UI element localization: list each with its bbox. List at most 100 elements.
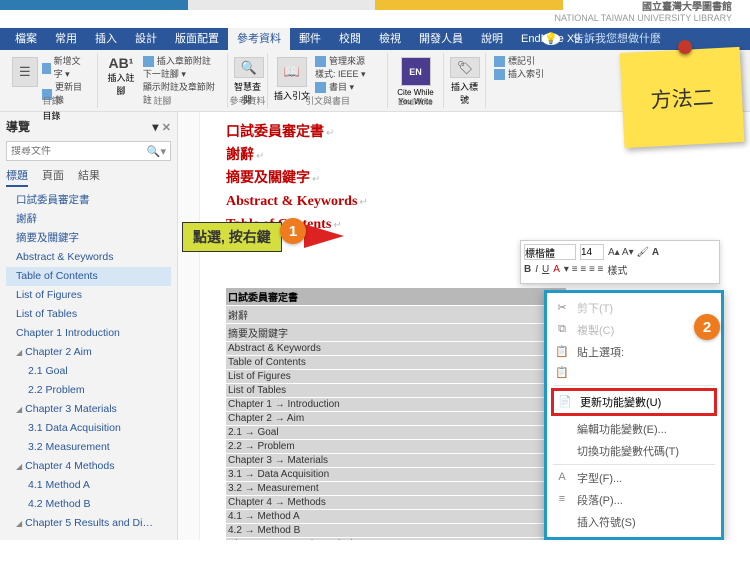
tab-說明[interactable]: 說明	[472, 28, 512, 50]
search-icon[interactable]: 🔍▾	[147, 145, 166, 158]
toc-entry[interactable]: 4.1 → Method A....	[226, 510, 566, 524]
toc-entry[interactable]: Table of Contents....	[226, 356, 566, 370]
toc-entry[interactable]: 3.1 → Data Acquisition....	[226, 468, 566, 482]
tab-開發人員[interactable]: 開發人員	[410, 28, 472, 50]
menu-paste-options[interactable]: 📋貼上選項:	[547, 341, 721, 363]
tab-插入[interactable]: 插入	[86, 28, 126, 50]
tab-檔案[interactable]: 檔案	[6, 28, 46, 50]
toc-entry[interactable]: 3.2 → Measurement....	[226, 482, 566, 496]
paste-icon: 📋	[555, 345, 569, 359]
instruction-callout: 點選, 按右鍵	[182, 222, 282, 252]
toc-entry[interactable]: Abstract & Keywords....	[226, 342, 566, 356]
insert-caption-icon[interactable]: 🏷	[450, 57, 480, 78]
nav-tree-item[interactable]: 謝辭	[6, 210, 171, 229]
refresh-icon: 📄	[558, 395, 572, 409]
step-badge-1: 1	[280, 218, 306, 244]
nav-tab[interactable]: 頁面	[42, 167, 64, 187]
toc-entry[interactable]: 摘要及關鍵字....	[226, 324, 566, 342]
toc-entry[interactable]: 4.2 → Method B....	[226, 524, 566, 538]
insert-citation-icon[interactable]: 📖	[277, 57, 307, 87]
nav-search: 🔍▾	[6, 141, 171, 161]
toc-entry[interactable]: Chapter 1 → Introduction....	[226, 398, 566, 412]
menu-toggle-codes[interactable]: 切換功能變數代碼(T)	[547, 440, 721, 462]
toc-entry[interactable]: List of Figures....	[226, 370, 566, 384]
toc-entry[interactable]: 2.1 → Goal....	[226, 426, 566, 440]
nav-tree-item[interactable]: 5.1 Results	[6, 533, 171, 536]
nav-tree-item[interactable]: 摘要及關鍵字	[6, 229, 171, 248]
document-body: 口試委員審定書謝辭摘要及關鍵字Abstract & KeywordsTable …	[200, 112, 750, 540]
nav-tree-item[interactable]: 4.1 Method A	[6, 476, 171, 495]
smart-lookup-icon[interactable]: 🔍	[234, 57, 264, 78]
nav-tree-item[interactable]: 2.2 Problem	[6, 381, 171, 400]
nav-tree-item[interactable]: Abstract & Keywords	[6, 248, 171, 267]
nav-tree-item[interactable]: ◢Chapter 4 Methods	[6, 457, 171, 476]
nav-tab[interactable]: 結果	[78, 167, 100, 187]
menu-edit-field[interactable]: 編輯功能變數(E)...	[547, 418, 721, 440]
nav-tree-item[interactable]: 3.2 Measurement	[6, 438, 171, 457]
toc-icon[interactable]: ☰	[12, 57, 38, 87]
toc-entry[interactable]: 謝辭....	[226, 306, 566, 324]
toc-entry[interactable]: Chapter 5 → Results and Dis....	[226, 538, 566, 540]
nav-tree-item[interactable]: 口試委員審定書	[6, 191, 171, 210]
nav-tree-item[interactable]: ◢Chapter 2 Aim	[6, 343, 171, 362]
sticky-note: 方法二	[620, 47, 745, 148]
toc-entry[interactable]: List of Tables....	[226, 384, 566, 398]
menu-update-field[interactable]: 📄更新功能變數(U)	[551, 388, 717, 416]
document-heading[interactable]: 摘要及關鍵字	[226, 168, 724, 191]
mini-size[interactable]	[580, 244, 604, 260]
ribbon-group-caption: 🏷 插入標號	[444, 53, 486, 108]
toc-entry[interactable]: 2.2 → Problem....	[226, 440, 566, 454]
menu-cut: ✂剪下(T)	[547, 297, 721, 319]
mini-toolbar[interactable]: A▴ A▾ 🖌 A B I U A ▾ ≡ ≡ ≡ ≡ 樣式	[520, 240, 720, 284]
step-badge-2: 2	[694, 314, 720, 340]
ribbon-group-index: 標記引 插入索引	[486, 53, 556, 108]
pushpin-icon	[678, 40, 692, 54]
tab-版面配置[interactable]: 版面配置	[166, 28, 228, 50]
toc-entry[interactable]: Chapter 4 → Methods....	[226, 496, 566, 510]
menu-paragraph[interactable]: ≡段落(P)...	[547, 489, 721, 511]
copy-icon: ⧉	[555, 323, 569, 337]
toc-entry[interactable]: Chapter 3 → Materials....	[226, 454, 566, 468]
nav-tree-item[interactable]: 2.1 Goal	[6, 362, 171, 381]
nav-tree-item[interactable]: 4.2 Method B	[6, 495, 171, 514]
search-input[interactable]	[11, 146, 147, 157]
toc-entry[interactable]: 口試委員審定書....	[226, 288, 566, 306]
tab-校閱[interactable]: 校閱	[330, 28, 370, 50]
nav-tree-item[interactable]: List of Tables	[6, 305, 171, 324]
nav-tree-item[interactable]: ◢Chapter 3 Materials	[6, 400, 171, 419]
navigation-pane: 導覽 ▾ ✕ 🔍▾ 標題頁面結果 口試委員審定書謝辭摘要及關鍵字Abstract…	[0, 112, 178, 540]
nav-tabs: 標題頁面結果	[6, 167, 171, 187]
ribbon-tabs: 檔案常用插入設計版面配置參考資料郵件校閱檢視開發人員說明EndNote X9💡告…	[0, 28, 750, 50]
tab-郵件[interactable]: 郵件	[290, 28, 330, 50]
nav-tree-item[interactable]: 3.1 Data Acquisition	[6, 419, 171, 438]
nav-tree-item[interactable]: ◢Chapter 5 Results and Di…	[6, 514, 171, 533]
document-heading[interactable]: 謝辭	[226, 145, 724, 168]
add-text[interactable]: 新增文字 ▾	[40, 55, 91, 81]
endnote-icon[interactable]: EN	[401, 57, 431, 86]
styles-icon[interactable]: 樣式	[607, 262, 627, 277]
ribbon-group-toc: ☰ 新增文字 ▾ 更新目錄 目錄 目錄	[6, 53, 98, 108]
tab-常用[interactable]: 常用	[46, 28, 86, 50]
bulb-icon: 💡	[542, 33, 560, 45]
paragraph-icon: ≡	[555, 493, 569, 507]
nav-tree-item[interactable]: Chapter 1 Introduction	[6, 324, 171, 343]
tab-參考資料[interactable]: 參考資料	[228, 28, 290, 50]
document-heading[interactable]: Abstract & Keywords	[226, 191, 724, 214]
library-logo: 國立臺灣大學圖書館NATIONAL TAIWAN UNIVERSITY LIBR…	[554, 0, 732, 23]
menu-insert-symbol[interactable]: 插入符號(S)	[547, 511, 721, 533]
tab-檢視[interactable]: 檢視	[370, 28, 410, 50]
nav-tree-item[interactable]: List of Figures	[6, 286, 171, 305]
menu-font[interactable]: A字型(F)...	[547, 467, 721, 489]
close-icon[interactable]: ✕	[162, 122, 171, 134]
toc-entry[interactable]: Chapter 2 → Aim....	[226, 412, 566, 426]
nav-tree: 口試委員審定書謝辭摘要及關鍵字Abstract & KeywordsTable …	[6, 191, 171, 536]
ribbon-group-endnote: EN Cite While You Write EndNote	[388, 53, 444, 108]
tab-設計[interactable]: 設計	[126, 28, 166, 50]
red-arrow-icon	[304, 224, 344, 248]
ribbon-group-research: 🔍 智慧查閱 參考資料	[228, 53, 268, 108]
nav-tree-item[interactable]: Table of Contents	[6, 267, 171, 286]
nav-tab[interactable]: 標題	[6, 167, 28, 187]
vertical-ruler	[178, 112, 200, 540]
scissors-icon: ✂	[555, 301, 569, 315]
mini-font[interactable]	[524, 244, 576, 260]
